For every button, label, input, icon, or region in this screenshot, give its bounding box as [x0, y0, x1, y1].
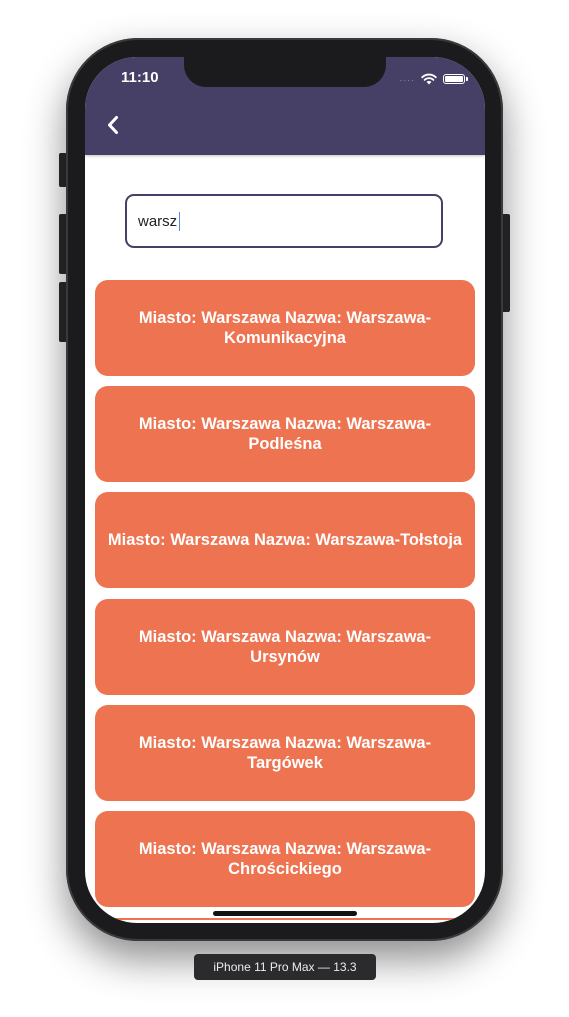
result-item[interactable]: Miasto: Warszawa Nazwa: Warszawa-Chrości… [95, 811, 475, 907]
wifi-icon [421, 73, 437, 85]
notch [184, 57, 386, 87]
result-item[interactable]: Miasto: Warszawa Nazwa: Warszawa-Tołstoj… [95, 492, 475, 588]
result-label: Miasto: Warszawa Nazwa: Warszawa-Komunik… [138, 309, 432, 347]
result-item[interactable]: Miasto: Warszawa Nazwa: Warszawa-Podleśn… [95, 386, 475, 482]
result-item[interactable]: Miasto: Warszawa Nazwa: Warszawa-Ursynów [95, 599, 475, 695]
text-cursor [179, 212, 180, 231]
result-item[interactable]: Miasto: Warszawa Nazwa: Warszawa-Komunik… [95, 280, 475, 376]
device-label: iPhone 11 Pro Max — 13.3 [194, 954, 376, 980]
phone-screen: 11:10 .... Miasto: W [85, 57, 485, 923]
result-label: Miasto: Warszawa Nazwa: Warszawa-Podleśn… [138, 415, 432, 453]
result-label: Miasto: Warszawa Nazwa: Warszawa-Ursynów [138, 628, 432, 666]
back-button[interactable] [102, 113, 126, 137]
home-indicator[interactable] [213, 911, 357, 916]
battery-icon [443, 74, 468, 84]
search-input[interactable] [125, 194, 443, 248]
signal-icon: .... [399, 74, 415, 84]
status-icons: .... [399, 72, 468, 86]
app-header: 11:10 .... [85, 57, 485, 155]
result-label: Miasto: Warszawa Nazwa: Warszawa-Targówe… [138, 734, 432, 772]
result-label: Miasto: Warszawa Nazwa: Warszawa-Tołstoj… [107, 531, 463, 549]
next-result-edge [95, 918, 475, 920]
chevron-left-icon [108, 116, 118, 134]
power-button [502, 214, 510, 312]
result-item[interactable]: Miasto: Warszawa Nazwa: Warszawa-Targówe… [95, 705, 475, 801]
status-time: 11:10 [121, 69, 159, 86]
simulator-stage: 11:10 .... Miasto: W [0, 0, 569, 1017]
result-label: Miasto: Warszawa Nazwa: Warszawa-Chrości… [138, 840, 432, 878]
